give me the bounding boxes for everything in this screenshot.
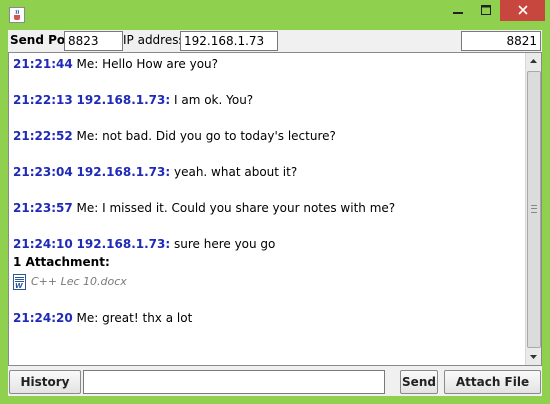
message-timestamp: 21:22:13 [13, 93, 73, 107]
title-bar[interactable] [0, 0, 550, 30]
client-area: Send Port 8823 IP address 192.168.1.73 8… [8, 30, 542, 396]
message-timestamp: 21:24:10 [13, 237, 73, 251]
message-sender: 192.168.1.73: [76, 93, 171, 107]
message-timestamp: 21:23:57 [13, 201, 73, 215]
attachment-file-name: C++ Lec 10.docx [31, 275, 127, 288]
maximize-icon [481, 5, 491, 15]
message-text: sure here you go [173, 237, 276, 251]
message-text: not bad. Did you go to today's lecture? [102, 129, 336, 143]
attachment-title: 1 Attachment: [13, 255, 110, 269]
chat-message: 21:23:57 Me: I missed it. Could you shar… [13, 199, 523, 217]
close-icon [517, 5, 528, 15]
chat-message: 21:22:52 Me: not bad. Did you go to toda… [13, 127, 523, 145]
message-timestamp: 21:23:04 [13, 165, 73, 179]
minimize-button[interactable] [444, 0, 472, 21]
message-input[interactable] [83, 370, 385, 394]
svg-text:W: W [15, 282, 23, 290]
chat-window: Send Port 8823 IP address 192.168.1.73 8… [0, 0, 550, 404]
minimize-icon [453, 12, 463, 14]
message-timestamp: 21:22:52 [13, 129, 73, 143]
scroll-thumb[interactable] [527, 71, 541, 348]
java-cup-icon [9, 7, 25, 23]
close-button[interactable] [500, 0, 545, 21]
arrow-up-icon [530, 59, 537, 63]
message-sender: 192.168.1.73: [76, 165, 171, 179]
send-port-input[interactable]: 8823 [64, 31, 123, 51]
connection-bar: Send Port 8823 IP address 192.168.1.73 8… [8, 30, 542, 52]
bottom-bar: History Send Attach File [8, 370, 542, 396]
attachment-link[interactable]: W C++ Lec 10.docx [13, 271, 523, 293]
message-sender: Me: [76, 311, 99, 325]
chat-message: 21:24:10 192.168.1.73: sure here you go [13, 235, 523, 253]
ip-address-label: IP address [123, 33, 185, 47]
message-sender: Me: [76, 57, 99, 71]
scroll-up-button[interactable] [526, 53, 541, 69]
scroll-down-button[interactable] [526, 349, 541, 365]
chat-message: 21:24:20 Me: great! thx a lot [13, 309, 523, 327]
message-text: I am ok. You? [173, 93, 254, 107]
attach-file-button[interactable]: Attach File [444, 370, 541, 394]
maximize-button[interactable] [473, 0, 499, 21]
message-list: 21:21:44 Me: Hello How are you? 21:22:13… [13, 55, 523, 327]
chat-log[interactable]: 21:21:44 Me: Hello How are you? 21:22:13… [8, 52, 542, 366]
history-button[interactable]: History [9, 370, 81, 394]
listen-port-input[interactable]: 8821 [461, 31, 541, 51]
message-text: I missed it. Could you share your notes … [102, 201, 396, 215]
ip-address-input[interactable]: 192.168.1.73 [180, 31, 278, 51]
vertical-scrollbar[interactable] [525, 53, 541, 365]
message-text: yeah. what about it? [173, 165, 298, 179]
chat-message: 21:22:13 192.168.1.73: I am ok. You? [13, 91, 523, 109]
message-text: great! thx a lot [102, 311, 193, 325]
message-sender: Me: [76, 201, 99, 215]
chat-message: 21:23:04 192.168.1.73: yeah. what about … [13, 163, 523, 181]
grip-icon [531, 205, 537, 213]
message-sender: Me: [76, 129, 99, 143]
message-timestamp: 21:24:20 [13, 311, 73, 325]
message-timestamp: 21:21:44 [13, 57, 73, 71]
send-button[interactable]: Send [400, 370, 438, 394]
message-sender: 192.168.1.73: [76, 237, 171, 251]
message-text: Hello How are you? [102, 57, 219, 71]
chat-message: 21:21:44 Me: Hello How are you? [13, 55, 523, 73]
word-document-icon: W [13, 274, 27, 290]
arrow-down-icon [530, 355, 537, 359]
